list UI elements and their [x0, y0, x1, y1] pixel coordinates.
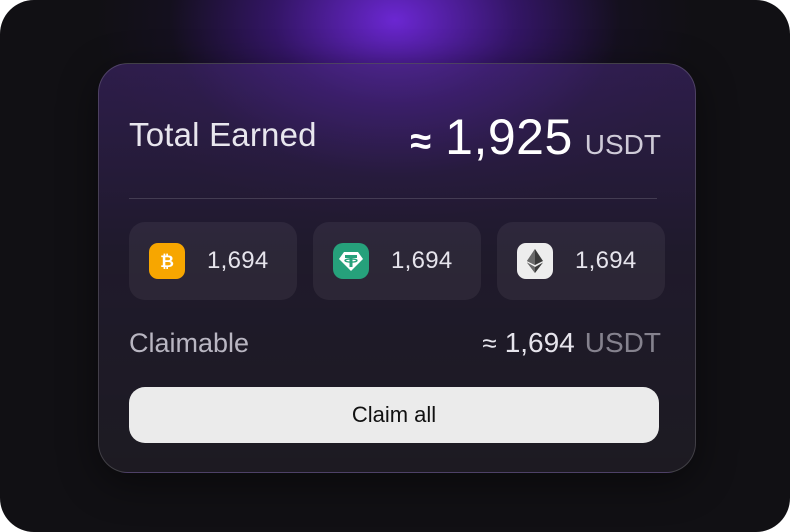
coin-list: ₿ 1,694 1,694 1,694: [129, 222, 665, 300]
tether-icon: [333, 243, 369, 279]
total-earned-value: ≈ 1,925 USDT: [410, 108, 661, 166]
total-earned-unit: USDT: [584, 129, 661, 160]
coin-card-tether: 1,694: [313, 222, 481, 300]
claimable-unit: USDT: [584, 327, 661, 358]
approx-symbol: ≈: [410, 121, 432, 163]
coin-card-ethereum: 1,694: [497, 222, 665, 300]
coin-amount: 1,694: [391, 247, 453, 274]
app-frame: Total Earned ≈ 1,925 USDT ₿ 1,694 1,694 …: [0, 0, 790, 532]
coin-card-bitcoin: ₿ 1,694: [129, 222, 297, 300]
earnings-card: Total Earned ≈ 1,925 USDT ₿ 1,694 1,694 …: [98, 63, 696, 473]
claimable-value: ≈ 1,694 USDT: [482, 327, 661, 359]
claimable-amount: 1,694: [504, 327, 575, 358]
claimable-label: Claimable: [129, 328, 250, 358]
total-earned-amount: 1,925: [445, 109, 573, 165]
coin-amount: 1,694: [207, 247, 269, 274]
total-earned-label: Total Earned: [129, 116, 317, 153]
bitcoin-icon: ₿: [149, 243, 185, 279]
divider: [129, 198, 657, 199]
approx-symbol: ≈: [482, 328, 497, 358]
svg-text:₿: ₿: [160, 252, 174, 272]
ethereum-icon: [517, 243, 553, 279]
coin-amount: 1,694: [575, 247, 637, 274]
claim-all-button[interactable]: Claim all: [129, 387, 659, 443]
